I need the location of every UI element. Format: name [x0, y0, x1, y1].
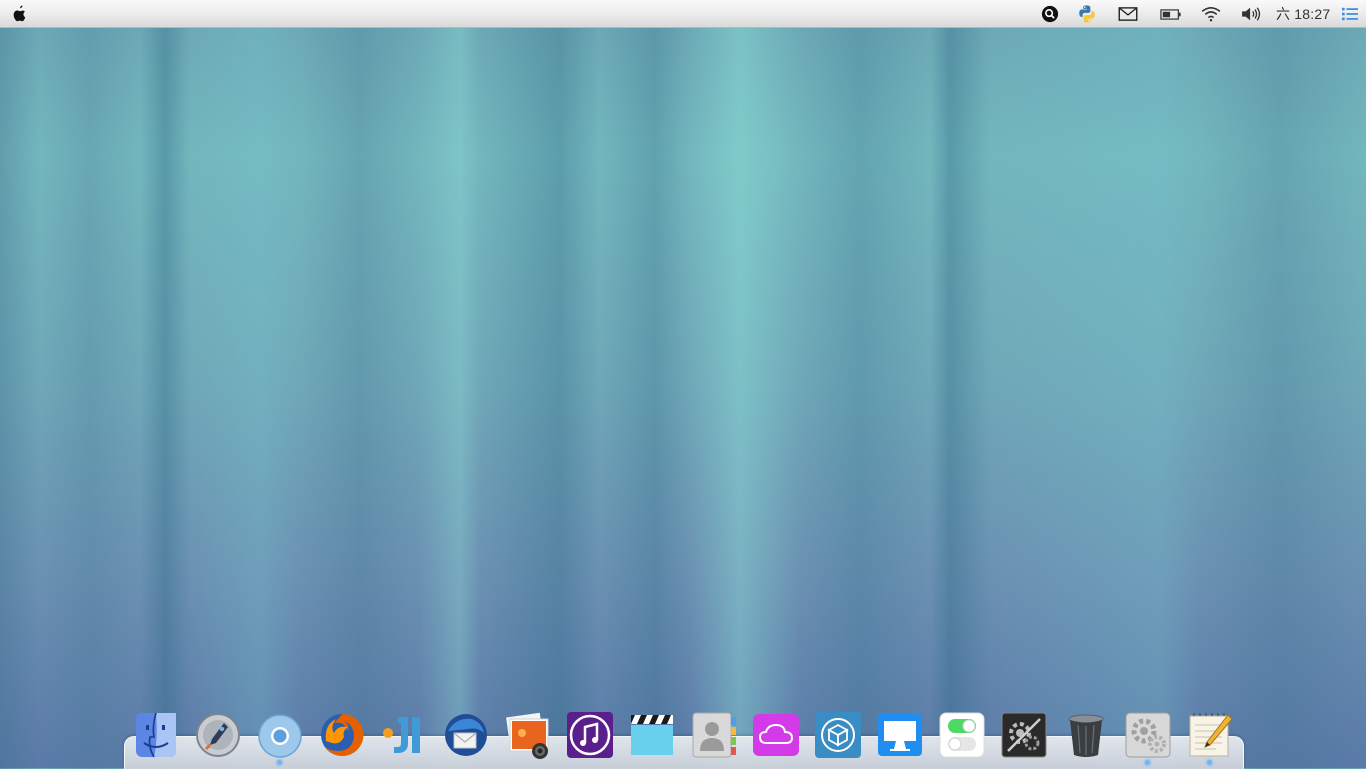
- system-preferences-icon[interactable]: [1124, 711, 1172, 759]
- wifi-icon[interactable]: [1199, 0, 1223, 28]
- search-icon[interactable]: [1040, 0, 1060, 28]
- contacts-icon[interactable]: [690, 711, 738, 759]
- desktop-wallpaper: [0, 28, 1366, 736]
- mail-icon[interactable]: [1117, 0, 1139, 28]
- top-menubar: 六 18:27: [0, 0, 1366, 28]
- system-preferences-running-indicator: [1145, 760, 1150, 765]
- cydia-package-icon[interactable]: [814, 711, 862, 759]
- chrome-running-indicator: [277, 760, 282, 765]
- jetbrains-icon[interactable]: [380, 711, 428, 759]
- system-utility-icon[interactable]: [1000, 711, 1048, 759]
- finder-icon[interactable]: [132, 711, 180, 759]
- text-editor-icon[interactable]: [1186, 711, 1234, 759]
- apple-menu-icon[interactable]: [10, 4, 28, 24]
- battery-icon[interactable]: [1159, 0, 1183, 28]
- trash-icon[interactable]: [1062, 711, 1110, 759]
- volume-icon[interactable]: [1239, 0, 1263, 28]
- toggle-settings-icon[interactable]: [938, 711, 986, 759]
- python-icon[interactable]: [1076, 0, 1098, 28]
- firefox-icon[interactable]: [318, 711, 366, 759]
- text-editor-running-indicator: [1207, 760, 1212, 765]
- menu-list-icon[interactable]: [1340, 0, 1360, 28]
- photos-icon[interactable]: [504, 711, 552, 759]
- display-icon[interactable]: [876, 711, 924, 759]
- launchpad-icon[interactable]: [194, 711, 242, 759]
- icloud-icon[interactable]: [752, 711, 800, 759]
- menubar-clock[interactable]: 六 18:27: [1276, 0, 1330, 28]
- chrome-icon[interactable]: [256, 711, 304, 759]
- thunderbird-icon[interactable]: [442, 711, 490, 759]
- video-clapper-icon[interactable]: [628, 711, 676, 759]
- itunes-icon[interactable]: [566, 711, 614, 759]
